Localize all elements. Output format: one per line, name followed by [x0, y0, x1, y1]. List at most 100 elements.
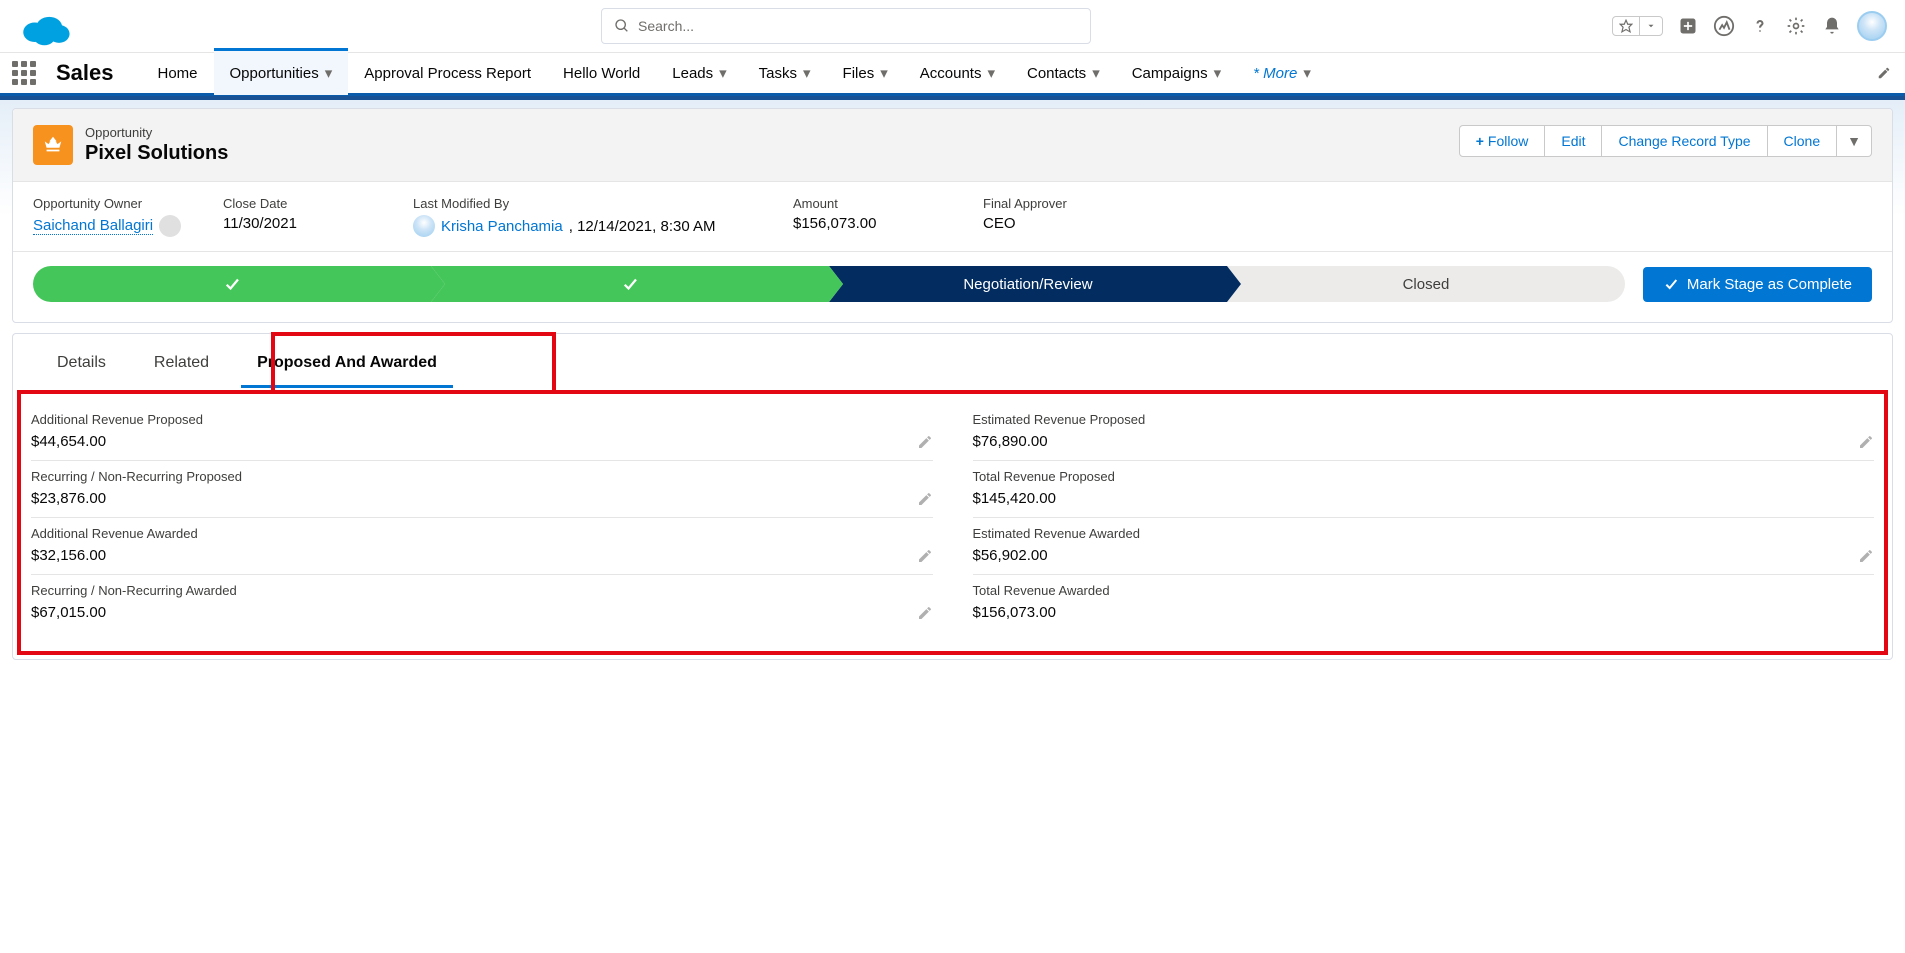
chevron-down-icon: ▼ — [1847, 133, 1861, 149]
final-approver-label: Final Approver — [983, 196, 1133, 211]
edit-field-icon[interactable] — [917, 434, 933, 450]
field-row: Additional Revenue Proposed $44,654.00 — [31, 404, 933, 461]
stage-path: Negotiation/Review Closed — [33, 266, 1625, 302]
search-input[interactable] — [638, 18, 1078, 34]
chevron-down-icon: ▾ — [719, 64, 727, 82]
edit-button[interactable]: Edit — [1545, 125, 1602, 157]
nav-accounts[interactable]: Accounts▾ — [904, 51, 1011, 95]
check-icon — [223, 275, 241, 293]
nav-hello-world[interactable]: Hello World — [547, 51, 656, 95]
field-row: Recurring / Non-Recurring Awarded $67,015… — [31, 575, 933, 631]
check-icon — [1663, 276, 1679, 292]
nav-opportunities[interactable]: Opportunities▾ — [214, 48, 349, 95]
star-icon — [1613, 17, 1639, 35]
field-row: Estimated Revenue Awarded $56,902.00 — [973, 518, 1875, 575]
field-row: Recurring / Non-Recurring Proposed $23,87… — [31, 461, 933, 518]
user-avatar-icon — [413, 215, 435, 237]
change-record-type-button[interactable]: Change Record Type — [1602, 125, 1767, 157]
tab-related[interactable]: Related — [130, 334, 233, 386]
check-icon — [621, 275, 639, 293]
field-value: $67,015.00 — [31, 604, 933, 621]
last-modified-label: Last Modified By — [413, 196, 753, 211]
field-value: $156,073.00 — [973, 604, 1875, 621]
amount-value: $156,073.00 — [793, 215, 943, 232]
owner-link[interactable]: Saichand Ballagiri — [33, 217, 153, 235]
app-launcher-icon[interactable] — [12, 61, 36, 85]
owner-avatar-icon — [159, 215, 181, 237]
chevron-down-icon: ▾ — [880, 64, 888, 82]
field-value: $23,876.00 — [31, 490, 933, 507]
global-search[interactable] — [601, 8, 1091, 44]
record-name: Pixel Solutions — [85, 142, 228, 165]
nav-contacts[interactable]: Contacts▾ — [1011, 51, 1116, 95]
help-icon[interactable] — [1749, 15, 1771, 37]
close-date-label: Close Date — [223, 196, 373, 211]
field-label: Estimated Revenue Awarded — [973, 526, 1875, 541]
tab-details[interactable]: Details — [33, 334, 130, 386]
field-label: Additional Revenue Awarded — [31, 526, 933, 541]
clone-button[interactable]: Clone — [1768, 125, 1838, 157]
field-row: Total Revenue Awarded $156,073.00 — [973, 575, 1875, 631]
app-name: Sales — [56, 60, 114, 86]
field-value: $32,156.00 — [31, 547, 933, 564]
notifications-icon[interactable] — [1821, 15, 1843, 37]
path-stage-current[interactable]: Negotiation/Review — [829, 266, 1227, 302]
nav-more[interactable]: * More▾ — [1237, 51, 1327, 95]
edit-field-icon[interactable] — [1858, 548, 1874, 564]
mark-stage-complete-button[interactable]: Mark Stage as Complete — [1643, 267, 1872, 302]
field-label: Recurring / Non-Recurring Awarded — [31, 583, 933, 598]
salesforce-logo[interactable] — [20, 11, 72, 47]
field-label: Additional Revenue Proposed — [31, 412, 933, 427]
edit-field-icon[interactable] — [917, 548, 933, 564]
follow-button[interactable]: +Follow — [1459, 125, 1546, 157]
nav-tasks[interactable]: Tasks▾ — [743, 51, 827, 95]
chevron-down-icon: ▾ — [1092, 64, 1100, 82]
edit-nav-icon[interactable] — [1863, 66, 1905, 80]
nav-campaigns[interactable]: Campaigns▾ — [1116, 51, 1237, 95]
close-date-value: 11/30/2021 — [223, 215, 373, 232]
edit-field-icon[interactable] — [917, 491, 933, 507]
nav-home[interactable]: Home — [142, 51, 214, 95]
chevron-down-icon — [1639, 17, 1662, 35]
last-modified-user-link[interactable]: Krisha Panchamia — [441, 218, 563, 235]
field-row: Total Revenue Proposed $145,420.00 — [973, 461, 1875, 518]
chevron-down-icon: ▾ — [803, 64, 811, 82]
path-stage-complete-1[interactable] — [33, 266, 431, 302]
field-row: Estimated Revenue Proposed $76,890.00 — [973, 404, 1875, 461]
chevron-down-icon: ▾ — [987, 64, 995, 82]
field-value: $145,420.00 — [973, 490, 1875, 507]
add-icon[interactable] — [1677, 15, 1699, 37]
field-label: Total Revenue Awarded — [973, 583, 1875, 598]
field-value: $76,890.00 — [973, 433, 1875, 450]
setup-gear-icon[interactable] — [1785, 15, 1807, 37]
amount-label: Amount — [793, 196, 943, 211]
object-type: Opportunity — [85, 125, 228, 140]
chevron-down-icon: ▾ — [1214, 64, 1222, 82]
path-stage-complete-2[interactable] — [431, 266, 829, 302]
plus-icon: + — [1476, 133, 1484, 149]
tab-proposed-and-awarded[interactable]: Proposed And Awarded — [233, 334, 461, 386]
path-stage-closed[interactable]: Closed — [1227, 266, 1625, 302]
favorites-button[interactable] — [1612, 16, 1663, 36]
user-avatar[interactable] — [1857, 11, 1887, 41]
field-label: Total Revenue Proposed — [973, 469, 1875, 484]
field-value: $44,654.00 — [31, 433, 933, 450]
nav-approval-process-report[interactable]: Approval Process Report — [348, 51, 547, 95]
nav-files[interactable]: Files▾ — [827, 51, 904, 95]
chevron-down-icon: ▾ — [1303, 64, 1311, 82]
search-icon — [614, 18, 630, 34]
edit-field-icon[interactable] — [1858, 434, 1874, 450]
last-modified-time: , 12/14/2021, 8:30 AM — [569, 218, 716, 235]
owner-label: Opportunity Owner — [33, 196, 183, 211]
field-label: Recurring / Non-Recurring Proposed — [31, 469, 933, 484]
more-actions-button[interactable]: ▼ — [1837, 125, 1872, 157]
field-row: Additional Revenue Awarded $32,156.00 — [31, 518, 933, 575]
trailhead-icon[interactable] — [1713, 15, 1735, 37]
opportunity-icon — [33, 125, 73, 165]
field-label: Estimated Revenue Proposed — [973, 412, 1875, 427]
nav-leads[interactable]: Leads▾ — [656, 51, 742, 95]
chevron-down-icon: ▾ — [325, 64, 333, 82]
final-approver-value: CEO — [983, 215, 1133, 232]
field-value: $56,902.00 — [973, 547, 1875, 564]
edit-field-icon[interactable] — [917, 605, 933, 621]
